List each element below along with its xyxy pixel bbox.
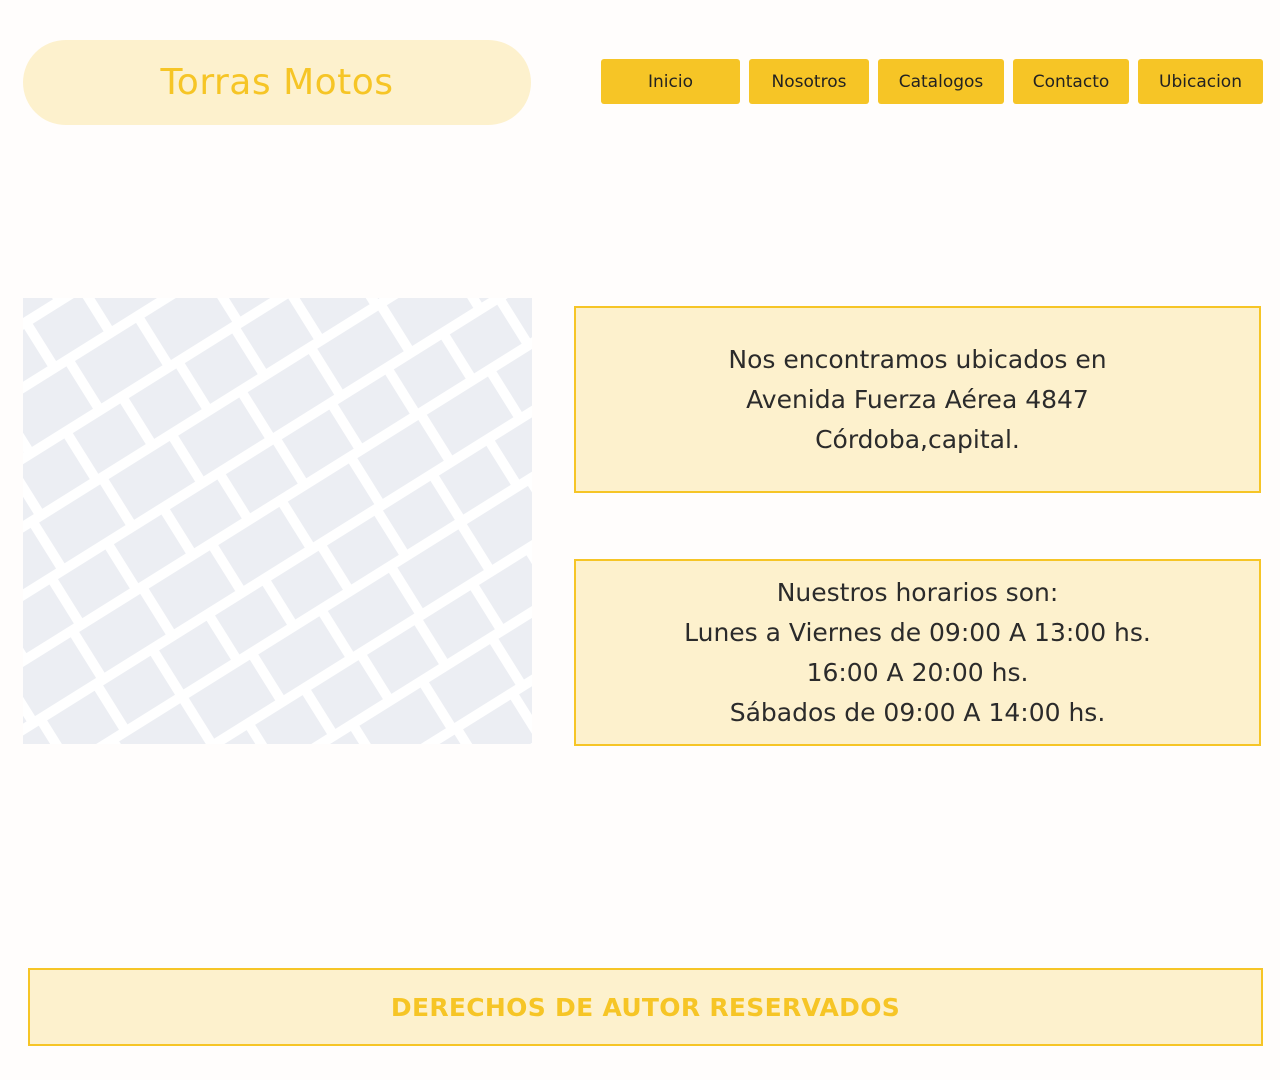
address-box: Nos encontramos ubicados en Avenida Fuer… — [574, 306, 1261, 493]
nav-ubicacion-button[interactable]: Ubicacion — [1138, 59, 1263, 104]
nav-contacto-button[interactable]: Contacto — [1013, 59, 1129, 104]
hours-line: Nuestros horarios son: — [776, 577, 1059, 607]
nav-inicio-button[interactable]: Inicio — [601, 59, 740, 104]
map-graphic — [23, 298, 532, 744]
street-map-icon[interactable] — [23, 298, 532, 744]
page: Torras Motos Inicio Nosotros Catalogos C… — [0, 0, 1280, 1080]
brand-pill[interactable]: Torras Motos — [23, 40, 531, 125]
hours-line: Sábados de 09:00 A 14:00 hs. — [729, 697, 1106, 727]
address-line: Nos encontramos ubicados en — [728, 344, 1107, 374]
footer: DERECHOS DE AUTOR RESERVADOS — [28, 968, 1263, 1046]
hours-box: Nuestros horarios son: Lunes a Viernes d… — [574, 559, 1261, 746]
address-line: Córdoba,capital. — [815, 424, 1020, 454]
hours-line: 16:00 A 20:00 hs. — [806, 657, 1029, 687]
address-line: Avenida Fuerza Aérea 4847 — [746, 384, 1089, 414]
nav-nosotros-button[interactable]: Nosotros — [749, 59, 869, 104]
footer-copyright: DERECHOS DE AUTOR RESERVADOS — [390, 992, 901, 1022]
nav-catalogos-button[interactable]: Catalogos — [878, 59, 1004, 104]
brand-title: Torras Motos — [160, 62, 394, 103]
hours-line: Lunes a Viernes de 09:00 A 13:00 hs. — [684, 617, 1151, 647]
